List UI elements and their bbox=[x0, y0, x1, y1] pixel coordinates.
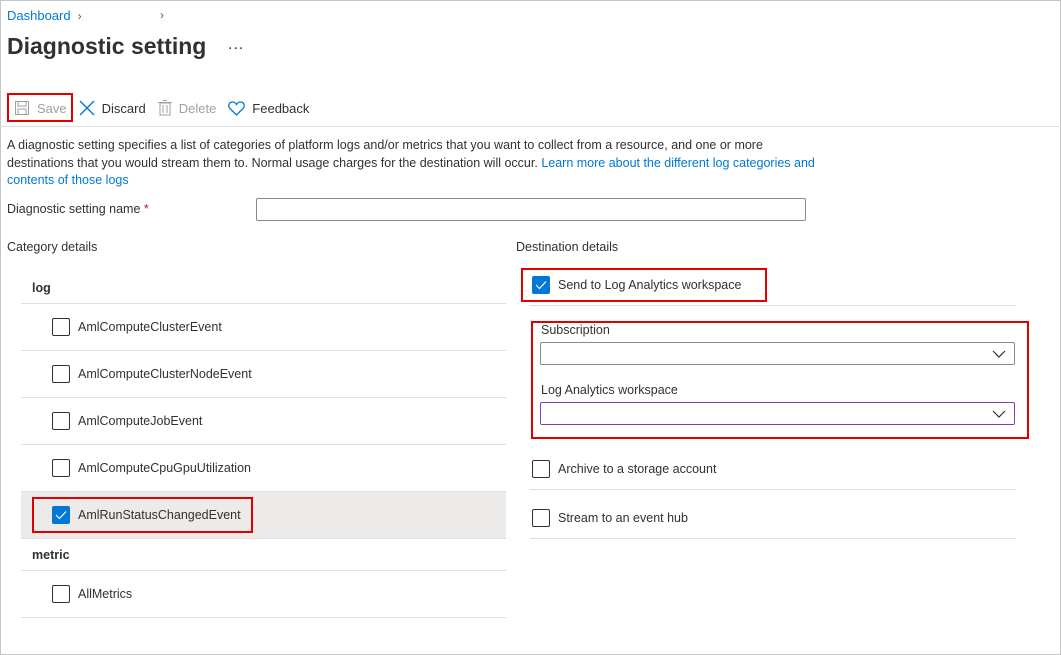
discard-label: Discard bbox=[101, 100, 146, 116]
delete-button[interactable]: Delete bbox=[152, 94, 223, 122]
destination-details-heading: Destination details bbox=[516, 240, 619, 254]
save-highlight-box bbox=[7, 93, 73, 122]
category-row-allmetrics[interactable]: AllMetrics bbox=[21, 571, 506, 617]
category-row-amlcomputejobevent[interactable]: AmlComputeJobEvent bbox=[21, 398, 506, 444]
highlight-box bbox=[32, 497, 253, 533]
event-hub-option[interactable]: Stream to an event hub bbox=[532, 509, 688, 527]
category-row-amlcomputeclusternodeevent[interactable]: AmlComputeClusterNodeEvent bbox=[21, 351, 506, 397]
heart-icon bbox=[228, 100, 246, 116]
checkbox[interactable] bbox=[52, 365, 70, 383]
chevron-down-icon bbox=[992, 350, 1006, 358]
category-label: AmlComputeCpuGpuUtilization bbox=[78, 461, 251, 475]
required-marker: * bbox=[143, 202, 149, 216]
storage-account-option[interactable]: Archive to a storage account bbox=[532, 460, 716, 478]
group-log-heading: log bbox=[32, 281, 51, 295]
setting-name-label: Diagnostic setting name * bbox=[7, 202, 149, 216]
category-row-amlcomputeclusterevent[interactable]: AmlComputeClusterEvent bbox=[21, 304, 506, 350]
highlight-box bbox=[521, 268, 767, 302]
setting-name-input[interactable] bbox=[256, 198, 806, 221]
category-row-amlcomputecpugpuutilization[interactable]: AmlComputeCpuGpuUtilization bbox=[21, 445, 506, 491]
checkbox[interactable] bbox=[52, 585, 70, 603]
category-details-heading: Category details bbox=[7, 240, 98, 254]
checkbox[interactable] bbox=[52, 318, 70, 336]
divider bbox=[530, 305, 1016, 306]
category-label: AllMetrics bbox=[78, 587, 133, 601]
divider bbox=[530, 538, 1016, 539]
checkbox[interactable] bbox=[532, 460, 550, 478]
event-hub-label: Stream to an event hub bbox=[558, 511, 688, 525]
category-label: AmlComputeClusterNodeEvent bbox=[78, 367, 252, 381]
divider bbox=[21, 617, 506, 618]
category-label: AmlComputeClusterEvent bbox=[78, 320, 222, 334]
category-label: AmlComputeJobEvent bbox=[78, 414, 203, 428]
storage-account-label: Archive to a storage account bbox=[558, 462, 717, 476]
divider bbox=[530, 489, 1016, 490]
checkbox[interactable] bbox=[52, 459, 70, 477]
chevron-down-icon bbox=[992, 410, 1006, 418]
breadcrumb: Dashboard › › bbox=[7, 8, 164, 23]
description: A diagnostic setting specifies a list of… bbox=[7, 137, 817, 190]
chevron-right-icon: › bbox=[160, 8, 164, 22]
page-title: Diagnostic setting bbox=[7, 33, 207, 59]
breadcrumb-dashboard[interactable]: Dashboard bbox=[7, 8, 71, 23]
subscription-dropdown[interactable] bbox=[540, 342, 1015, 365]
discard-button[interactable]: Discard bbox=[73, 94, 152, 122]
subscription-label: Subscription bbox=[541, 323, 610, 337]
divider bbox=[21, 538, 506, 539]
feedback-button[interactable]: Feedback bbox=[222, 94, 315, 122]
checkbox[interactable] bbox=[532, 509, 550, 527]
workspace-label: Log Analytics workspace bbox=[541, 383, 678, 397]
feedback-label: Feedback bbox=[252, 100, 310, 116]
checkbox[interactable] bbox=[52, 412, 70, 430]
setting-name-label-text: Diagnostic setting name bbox=[7, 202, 141, 216]
delete-label: Delete bbox=[178, 100, 217, 116]
more-options-button[interactable]: ... bbox=[228, 36, 244, 54]
toolbar-divider bbox=[0, 126, 1061, 127]
workspace-dropdown[interactable] bbox=[540, 402, 1015, 425]
trash-icon bbox=[157, 100, 172, 116]
chevron-right-icon: › bbox=[77, 8, 82, 23]
close-icon bbox=[79, 100, 95, 116]
group-metric-heading: metric bbox=[32, 548, 70, 562]
